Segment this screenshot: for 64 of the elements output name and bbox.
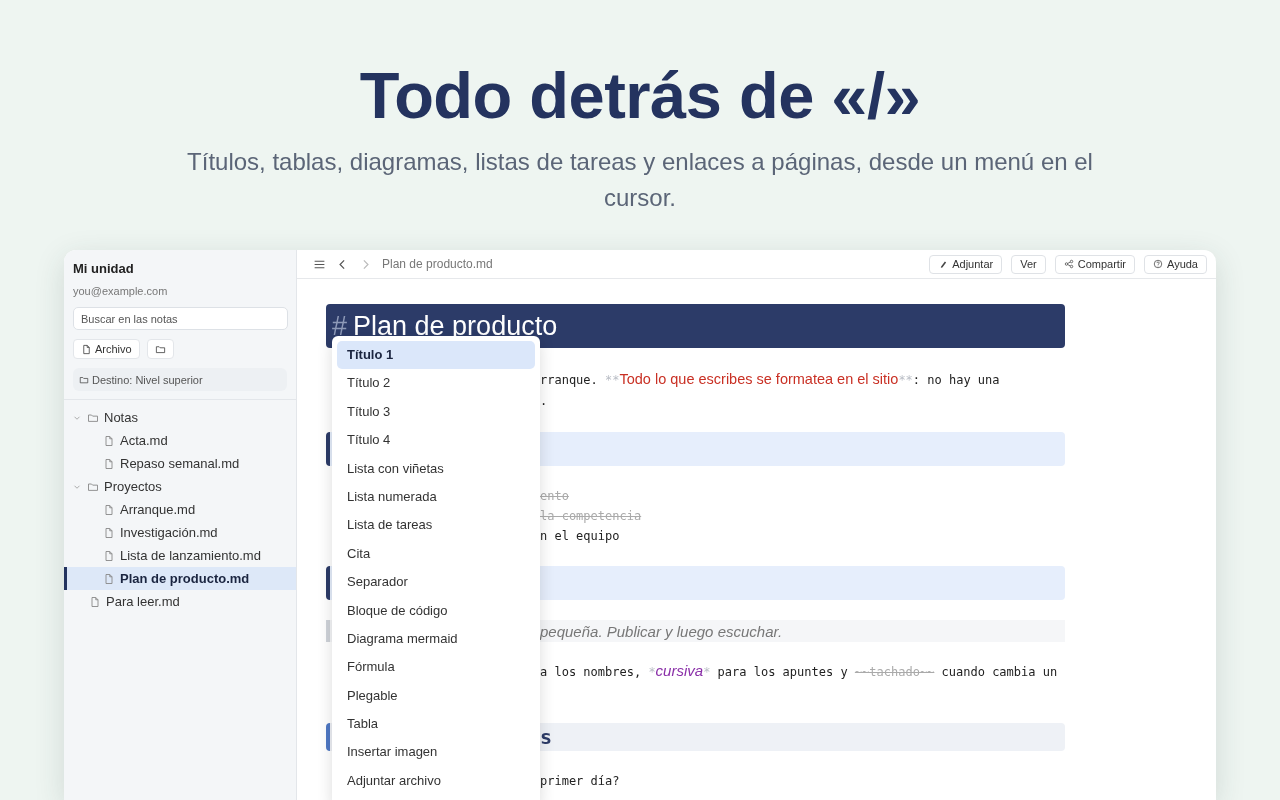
menu-item[interactable]: Título 4 — [337, 426, 535, 455]
heading-text: s — [540, 725, 553, 749]
folder-icon — [79, 374, 89, 385]
file-icon — [103, 503, 115, 516]
menu-item[interactable]: Lista de tareas — [337, 511, 535, 540]
help-button[interactable]: Ayuda — [1144, 254, 1207, 274]
share-icon — [1063, 259, 1074, 269]
tree-item[interactable]: Lista de lanzamiento.md — [64, 544, 296, 567]
search-field[interactable]: Buscar en las notas — [73, 307, 288, 330]
text-line: ento — [540, 488, 570, 505]
new-file-button[interactable]: Archivo — [73, 339, 140, 359]
menu-item[interactable]: Lista numerada — [337, 482, 535, 512]
file-icon — [103, 457, 115, 470]
text-line: primer día? — [540, 773, 621, 790]
share-button[interactable]: Compartir — [1054, 254, 1135, 274]
menu-item[interactable]: Lista con viñetas — [337, 454, 535, 483]
menu-item[interactable]: Plegable — [337, 681, 535, 711]
tree-item[interactable]: Para leer.md — [64, 590, 296, 613]
workspace-title: Mi unidad — [73, 260, 135, 278]
quote-text: pequeña. Publicar y luego escuchar. — [540, 622, 783, 640]
tree-item[interactable]: Notas — [64, 406, 296, 429]
menu-item[interactable]: Fórmula — [337, 653, 535, 682]
tree-item[interactable]: Investigación.md — [64, 521, 296, 544]
menu-item[interactable]: Diagrama mermaid — [337, 624, 535, 654]
file-icon — [103, 572, 115, 585]
headline: Todo detrás de «/» — [359, 58, 921, 134]
heading-marker: # — [332, 310, 348, 342]
text-line: a los nombres, *cursiva* para los apuntes y ~~tachado~~ cuando cambia un — [540, 662, 1059, 681]
text-line: . — [540, 393, 549, 410]
menu-item[interactable]: Tabla — [337, 710, 535, 739]
heading-text: Plan de producto — [353, 310, 558, 342]
tree-item[interactable]: Proyectos — [64, 475, 296, 498]
attach-button[interactable]: Adjuntar — [929, 254, 1003, 274]
text-line: n el equipo — [540, 528, 621, 545]
tree-item[interactable]: Repaso semanal.md — [64, 452, 296, 475]
file-icon — [103, 526, 115, 539]
menu-item[interactable]: Bloque de código — [337, 596, 535, 625]
menu-item[interactable]: Título 3 — [337, 397, 535, 427]
folder-icon — [87, 480, 99, 493]
file-icon — [103, 549, 115, 562]
menu-item[interactable]: Separador — [337, 568, 535, 597]
new-folder-button[interactable] — [146, 339, 174, 359]
file-icon — [81, 343, 92, 355]
pencil-icon — [938, 259, 949, 269]
menu-item[interactable]: Adjuntar archivo — [337, 766, 535, 796]
breadcrumb: Plan de producto.md — [382, 257, 493, 271]
file-icon — [89, 595, 101, 608]
file-icon — [103, 434, 115, 447]
tree-item[interactable]: Acta.md — [64, 429, 296, 452]
tree-item[interactable]: Arranque.md — [64, 498, 296, 521]
menu-item[interactable]: Título 2 — [337, 369, 535, 398]
help-icon — [1153, 259, 1163, 269]
destination-label: Destino: Nivel superior — [92, 373, 203, 386]
menu-item[interactable]: Insertar imagen — [337, 738, 535, 767]
subtitle: Títulos, tablas, diagramas, listas de tareas y enlaces a páginas, desde un menú en el cursor. — [186, 147, 1094, 213]
account-email: you@example.com — [73, 284, 169, 298]
text-line: la competencia — [540, 508, 643, 525]
tree-item[interactable]: Plan de producto.md — [64, 567, 296, 590]
menu-item[interactable]: Cita — [337, 539, 535, 569]
view-button[interactable]: Ver — [1011, 254, 1046, 274]
text-line: rranque. **Todo lo que escribes se formatea en el sitio**: no hay una — [540, 370, 1001, 389]
folder-icon — [154, 343, 166, 355]
menu-item[interactable]: Título 1 — [337, 341, 535, 370]
folder-icon — [87, 411, 99, 424]
